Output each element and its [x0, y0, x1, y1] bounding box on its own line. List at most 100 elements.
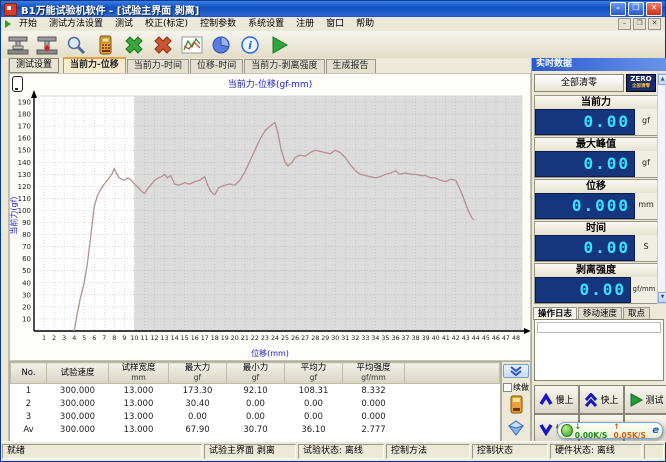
restore-button[interactable]: ❐ [628, 2, 644, 16]
menu-items: 开始测试方法设置测试校正(标定)控制参数系统设置注册窗口帮助 [13, 18, 380, 31]
svg-text:30: 30 [331, 335, 339, 342]
net-speed-widget[interactable]: ↓ 0.00K/S ↑ 0.05K/S e [557, 422, 663, 439]
svg-text:5: 5 [82, 335, 86, 342]
table-column-header[interactable]: 试验速度 [47, 363, 109, 384]
zoom-icon[interactable] [62, 32, 90, 57]
export-3d-icon[interactable] [507, 420, 525, 439]
table-row[interactable]: 3300.00013.0000.000.000.000.000 [11, 410, 500, 423]
scroll-down-icon[interactable]: ▼ [658, 292, 666, 303]
table-column-header[interactable]: 最小力gf [227, 363, 285, 384]
svg-text:100: 100 [18, 207, 31, 215]
operation-log-box[interactable] [534, 319, 664, 381]
status-spare [644, 444, 664, 459]
table-column-header[interactable]: 平均强度gf/mm [343, 363, 405, 384]
svg-text:22: 22 [251, 335, 259, 342]
clear-red-icon[interactable] [149, 32, 177, 57]
zero-badge[interactable]: ZERO全部清零 [626, 74, 656, 92]
svg-text:34: 34 [371, 335, 379, 342]
pie-chart-icon[interactable] [207, 32, 235, 57]
close-button[interactable]: ✕ [646, 2, 662, 16]
test-button[interactable]: 测试 [624, 385, 666, 414]
calculator-small-icon[interactable] [507, 395, 525, 418]
svg-text:25: 25 [281, 335, 289, 342]
realtime-panel: 实时数据 全部清零 ZERO全部清零 当前力 0.00gf 最大峰值 0.00g… [531, 58, 666, 442]
mdi-restore-button[interactable]: ❐ [633, 18, 646, 30]
svg-text:23: 23 [261, 335, 269, 342]
panel-scrollbar[interactable]: ▲ ▼ [657, 73, 666, 304]
status-control-state: 控制状态 [472, 444, 548, 459]
machine-test-icon[interactable] [33, 32, 61, 57]
continue-checkbox[interactable]: 续做 [503, 382, 529, 393]
mdi-close-button[interactable]: ✕ [648, 18, 661, 30]
display-displacement: 位移 0.000mm [534, 179, 658, 220]
svg-text:48: 48 [512, 335, 520, 342]
up-arrow-icon: ↑ [613, 422, 619, 431]
svg-text:14: 14 [171, 335, 179, 342]
tab-force-time[interactable]: 当前力-时间 [127, 59, 189, 73]
start-icon[interactable] [265, 32, 293, 57]
fast-up-button[interactable]: 快上 [579, 385, 624, 414]
menu-item-1[interactable]: 测试方法设置 [43, 18, 109, 31]
svg-text:6: 6 [92, 335, 96, 342]
checkbox-box[interactable] [503, 383, 512, 392]
table-column-header[interactable]: 最大力gf [169, 363, 227, 384]
minimize-button[interactable]: – [610, 2, 626, 16]
menu-item-3[interactable]: 校正(标定) [139, 18, 194, 31]
calculator-icon[interactable] [91, 32, 119, 57]
slow-up-button[interactable]: 慢上 [534, 385, 579, 414]
time-value: 0.00 [535, 235, 635, 261]
svg-text:43: 43 [462, 335, 470, 342]
arrow-up-icon [539, 393, 553, 407]
table-column-filler [405, 363, 500, 384]
svg-text:11: 11 [140, 335, 148, 342]
title-bar[interactable]: B1万能试验机软件 - [试验主界面 剥离] – ❐ ✕ [1, 1, 665, 17]
menu-item-8[interactable]: 帮助 [350, 18, 380, 31]
info-icon[interactable]: i [236, 32, 264, 57]
svg-text:60: 60 [22, 255, 31, 263]
svg-text:44: 44 [472, 335, 480, 342]
left-splitter[interactable] [1, 58, 9, 442]
menu-item-2[interactable]: 测试 [109, 18, 139, 31]
menu-item-7[interactable]: 窗口 [320, 18, 350, 31]
svg-text:i: i [248, 39, 252, 52]
collapse-table-button[interactable] [503, 364, 529, 378]
continue-checkbox-label: 续做 [513, 382, 529, 393]
svg-text:160: 160 [18, 135, 31, 143]
svg-text:39: 39 [422, 335, 430, 342]
mdi-minimize-button[interactable]: – [618, 18, 631, 30]
zero-all-button[interactable]: 全部清零 [534, 74, 624, 92]
menu-item-0[interactable]: 开始 [13, 18, 43, 31]
menu-bar: 开始测试方法设置测试校正(标定)控制参数系统设置注册窗口帮助 – ❐ ✕ [1, 17, 665, 32]
tab-force-peel-strength[interactable]: 当前力-剥离强度 [244, 59, 324, 73]
tab-force-displacement[interactable]: 当前力-位移 [63, 57, 126, 73]
svg-text:70: 70 [22, 243, 31, 251]
table-column-header[interactable]: 平均力gf [285, 363, 343, 384]
menu-item-6[interactable]: 注册 [290, 18, 320, 31]
log-input[interactable] [537, 322, 661, 333]
menu-item-4[interactable]: 控制参数 [194, 18, 242, 31]
net-monitor-icon [561, 424, 573, 437]
table-column-header[interactable]: No. [11, 363, 47, 384]
svg-text:13: 13 [160, 335, 168, 342]
svg-text:180: 180 [18, 111, 31, 119]
table-row[interactable]: 1300.00013.000173.3092.10108.318.332 [11, 384, 500, 398]
table-column-header[interactable]: 试样宽度mm [109, 363, 169, 384]
menu-item-5[interactable]: 系统设置 [242, 18, 290, 31]
clear-green-icon[interactable] [120, 32, 148, 57]
table-row[interactable]: Av300.00013.00067.9030.7036.102.777 [11, 423, 500, 436]
svg-text:3: 3 [62, 335, 66, 342]
chart-x-axis-label: 位移(mm) [10, 348, 530, 359]
svg-text:17: 17 [201, 335, 209, 342]
tab-report[interactable]: 生成报告 [326, 59, 376, 73]
tab-test-settings[interactable]: 测试设置 [9, 58, 59, 73]
scroll-up-icon[interactable]: ▲ [658, 74, 666, 85]
status-view: 试验主界面 剥离 [204, 444, 296, 459]
machine-setup-icon[interactable] [4, 32, 32, 57]
display-time: 时间 0.00S [534, 221, 658, 262]
table-row[interactable]: 2300.00013.00030.400.000.000.000 [11, 397, 500, 410]
browser-icon[interactable]: e [652, 425, 659, 436]
svg-text:12: 12 [150, 335, 158, 342]
curve-graph-icon[interactable] [178, 32, 206, 57]
tab-displacement-time[interactable]: 位移-时间 [190, 59, 243, 73]
app-window: B1万能试验机软件 - [试验主界面 剥离] – ❐ ✕ 开始测试方法设置测试校… [0, 0, 666, 462]
